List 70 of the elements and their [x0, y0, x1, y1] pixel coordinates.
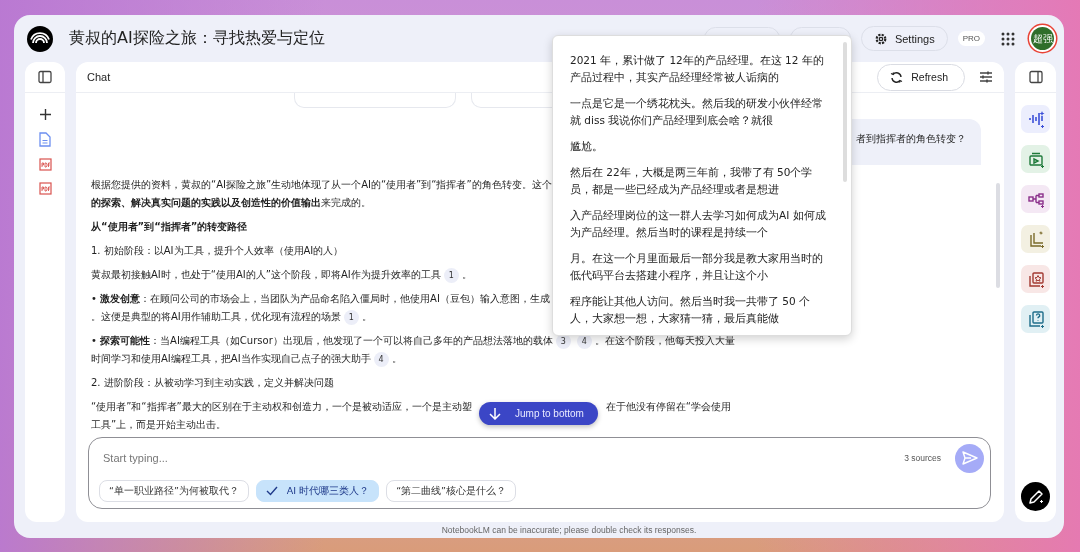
panel-toggle-icon[interactable] [38, 70, 52, 84]
logo-icon [27, 25, 53, 52]
section-heading: 从“使用者”到“指挥者”的转变路径 [91, 220, 248, 234]
answer-text: 。这便是典型的将AI用作辅助工具，优化现有流程的场景 [91, 310, 341, 324]
pen-icon [1027, 488, 1044, 505]
check-icon [265, 486, 278, 496]
answer-text: 。在这个阶段，他每天投入大量 [594, 334, 735, 348]
tune-icon[interactable] [979, 70, 993, 84]
add-icon[interactable] [38, 108, 52, 121]
pdf-file-icon[interactable] [38, 182, 52, 195]
citation-chip[interactable]: 4 [373, 351, 389, 367]
answer-text: 工具”上，而是开始主动出击。 [91, 418, 227, 432]
notebook-title: 黄叔的AI探险之旅：寻找热爱与定位 [69, 28, 326, 49]
answer-text: 黄叔最初接触AI时，也处于“使用AI的人”这个阶段，即将AI作为提升效率的工具 [91, 268, 441, 282]
video-tile[interactable] [1021, 145, 1050, 173]
source-excerpt: 然后在 22年，大概是两三年前，我带了有 50个学员，都是一些已经成为产品经理或者是想进 [570, 165, 814, 197]
pdf-file-icon[interactable] [38, 158, 52, 171]
source-excerpt: 2021 年，累计做了 12年的产品经理。在这 12 年的产品过程中，其实产品经理经常被人诟病的 [570, 53, 825, 85]
citation-chip[interactable]: 1 [343, 309, 359, 325]
suggestion-chip[interactable]: “单一职业路径”为何被取代？ [99, 480, 249, 502]
scrollbar-thumb[interactable] [843, 42, 847, 182]
settings-button[interactable]: Settings [860, 26, 948, 51]
answer-text: • 探索可能性：当AI编程工具（如Cursor）出现后，他发现了一个可以将自己多年的产品想法落地的载体 [91, 334, 553, 348]
suggestion-chip[interactable]: AI 时代哪三类人？ [255, 480, 380, 502]
scrollbar-thumb[interactable] [996, 183, 1000, 288]
cards-icon [1026, 270, 1045, 288]
panel-title: Chat [87, 71, 111, 83]
panel-toggle-icon[interactable] [1028, 70, 1043, 84]
answer-text: • 激发创意：在顾问公司的市场会上，当团队为产品命名陷入僵局时，他使用AI（豆包）输入意图，生成 [91, 292, 550, 306]
report-tile[interactable] [1021, 225, 1050, 253]
message-field[interactable]: Start typing... [103, 452, 891, 464]
question-card-icon [1026, 310, 1045, 328]
waveform-icon [1026, 110, 1045, 128]
disclaimer: NotebookLM can be inaccurate; please double check its responses. [441, 525, 697, 535]
answer-text: 根据您提供的资料，黄叔的“AI探险之旅”生动地体现了从一个AI的“使用者”到“指挥者”的角色转变。这个 [91, 178, 552, 192]
send-icon [961, 451, 978, 465]
document-icon[interactable] [39, 132, 51, 147]
settings-icon [873, 31, 888, 46]
down-arrow-icon [489, 407, 501, 420]
sources-count: 3 sources [904, 453, 941, 463]
audio-tile[interactable] [1021, 105, 1050, 133]
answer-text: 在于他没有停留在“学会使用 [605, 400, 731, 414]
citation-chip[interactable]: 1 [443, 267, 459, 283]
answer-text: 的探索、解决真实问题的实践以及创造性的价值输出来完成的。 [91, 196, 371, 210]
mindmap-tile[interactable] [1021, 185, 1050, 213]
answer-text: 。 [361, 310, 372, 324]
quiz-tile[interactable] [1021, 305, 1050, 333]
refresh-button[interactable]: Refresh [877, 63, 965, 91]
source-excerpt: 尴尬。 [570, 139, 604, 154]
mind-map-icon [1026, 190, 1045, 208]
refresh-icon [890, 70, 904, 84]
new-note-button[interactable] [1021, 482, 1050, 511]
suggestion-chip[interactable]: “第二曲线”核心是什么？ [386, 480, 516, 502]
answer-text: 1. 初始阶段：以AI为工具，提升个人效率（使用AI的人） [91, 244, 344, 258]
video-icon [1026, 150, 1045, 168]
answer-text: 2. 进阶阶段：从被动学习到主动实践，定义并解决问题 [91, 376, 334, 390]
avatar[interactable]: 超强 [1031, 27, 1054, 50]
answer-text: 。 [391, 352, 402, 366]
source-excerpt: 月。在这一个月里面最后一部分我是教大家用当时的低代码平台去搭建小程序，并且让这个小 [570, 251, 824, 283]
flashcards-tile[interactable] [1021, 265, 1050, 293]
answer-text: “使用者”和“指挥者”最大的区别在于主动权和创造力，一个是被动适应，一个是主动塑 [91, 400, 472, 414]
source-excerpt: 程序能让其他人访问。然后当时我一共带了 50 个人，大家想一想，大家猜一猜，最后真能做 [570, 294, 812, 326]
source-excerpt: 一点是它是一个绣花枕头。然后我的研发小伙伴经常就 diss 我说你们产品经理到底会啥？就很 [570, 96, 824, 128]
source-excerpt: 入产品经理岗位的这一群人去学习如何成为AI 如何成为产品经理。然后当时的课程是持续一个 [570, 208, 827, 240]
chat-input[interactable]: Start typing... 3 sources “单一职业路径”为何被取代？ AI 时代哪三类人？ “第二曲线”核心是什么？ [88, 437, 991, 509]
plan-badge: PRO [957, 31, 985, 46]
apps-grid-icon[interactable] [1001, 31, 1015, 46]
jump-to-bottom-button[interactable]: Jump to bottom [479, 402, 598, 425]
answer-text: 时间学习和使用AI编程工具，把AI当作实现自己点子的强大助手 [91, 352, 371, 366]
answer-text: 。 [461, 268, 472, 282]
